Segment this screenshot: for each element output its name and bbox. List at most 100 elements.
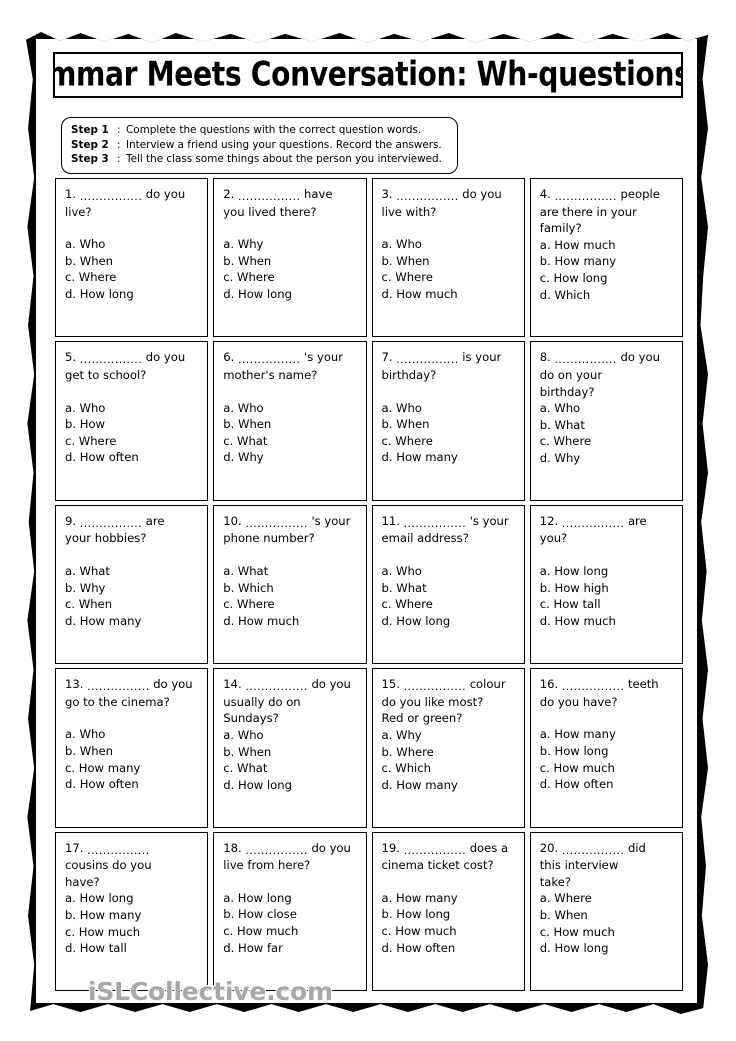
answer-blank[interactable]: ................ — [396, 190, 458, 203]
answer-option[interactable]: b. How long — [540, 743, 682, 760]
answer-option[interactable]: d. How often — [65, 776, 207, 793]
question-cell[interactable]: 15. ................ colour do you like m… — [371, 668, 525, 828]
answer-option[interactable]: a. Who — [65, 726, 207, 743]
answer-option[interactable]: d. How much — [223, 613, 365, 630]
answer-option[interactable]: b. When — [223, 744, 365, 761]
question-cell[interactable]: 13. ................ do you go to the cin… — [55, 668, 209, 828]
answer-option[interactable]: c. How much — [65, 924, 207, 941]
answer-blank[interactable]: ................ — [555, 190, 617, 203]
question-cell[interactable]: 5. ................ do you get to school?… — [55, 341, 209, 501]
answer-blank[interactable]: ................ — [555, 353, 617, 366]
answer-option[interactable]: a. How many — [540, 726, 682, 743]
answer-option[interactable]: c. Where — [223, 596, 365, 613]
question-cell[interactable]: 10. ................ 's your phone number… — [213, 504, 367, 665]
answer-option[interactable]: b. When — [223, 416, 365, 433]
answer-option[interactable]: b. Why — [65, 580, 207, 597]
answer-option[interactable]: d. How long — [223, 286, 365, 303]
answer-option[interactable]: d. Which — [540, 287, 682, 304]
question-cell[interactable]: 1. ................ do you live? a. Who b. … — [55, 178, 209, 338]
answer-option[interactable]: c. How long — [540, 270, 682, 287]
answer-option[interactable]: b. How many — [540, 253, 682, 270]
answer-option[interactable]: a. How long — [65, 890, 207, 907]
answer-option[interactable]: d. How many — [382, 449, 524, 466]
question-cell[interactable]: 3. ................ do you live with? a. W… — [371, 178, 525, 338]
answer-option[interactable]: d. How much — [382, 286, 524, 303]
answer-blank[interactable]: ................ — [396, 353, 458, 366]
answer-option[interactable]: b. How close — [223, 906, 365, 923]
answer-option[interactable]: a. Who — [382, 236, 524, 253]
answer-option[interactable]: a. Who — [382, 400, 524, 417]
answer-option[interactable]: a. How long — [223, 890, 365, 907]
answer-blank[interactable]: ................ — [404, 844, 466, 857]
answer-blank[interactable]: ................ — [238, 190, 300, 203]
question-cell[interactable]: 16. ................ teeth do you have? a.… — [529, 668, 683, 828]
answer-blank[interactable]: ................ — [80, 517, 142, 530]
answer-option[interactable]: b. What — [382, 580, 524, 597]
answer-option[interactable]: d. How many — [382, 777, 524, 794]
answer-blank[interactable]: ................ — [87, 844, 149, 857]
question-cell[interactable]: 17. ................ cousins do you have?… — [55, 831, 209, 991]
answer-blank[interactable]: ................ — [404, 517, 466, 530]
answer-option[interactable]: b. Where — [382, 744, 524, 761]
answer-option[interactable]: c. Where — [382, 433, 524, 450]
answer-option[interactable]: a. Why — [223, 236, 365, 253]
question-cell[interactable]: 7. ................ is your birthday? a. W… — [371, 341, 525, 501]
answer-option[interactable]: a. Who — [65, 236, 207, 253]
question-cell[interactable]: 11. ................ 's your email addres… — [371, 504, 525, 665]
question-cell[interactable]: 12. ................ are you? a. How long b… — [529, 504, 683, 665]
answer-option[interactable]: c. Where — [382, 596, 524, 613]
answer-blank[interactable]: ................ — [404, 680, 466, 693]
answer-option[interactable]: c. Where — [65, 433, 207, 450]
answer-option[interactable]: d. How many — [65, 613, 207, 630]
answer-blank[interactable]: ................ — [80, 353, 142, 366]
answer-option[interactable]: c. How tall — [540, 596, 682, 613]
answer-blank[interactable]: ................ — [562, 844, 624, 857]
answer-option[interactable]: c. How much — [382, 923, 524, 940]
answer-option[interactable]: c. Where — [382, 269, 524, 286]
answer-blank[interactable]: ................ — [562, 680, 624, 693]
answer-option[interactable]: b. When — [65, 743, 207, 760]
answer-option[interactable]: b. How many — [65, 907, 207, 924]
answer-option[interactable]: c. How many — [65, 760, 207, 777]
answer-option[interactable]: a. Who — [382, 563, 524, 580]
answer-option[interactable]: d. Why — [223, 449, 365, 466]
answer-option[interactable]: b. Which — [223, 580, 365, 597]
answer-blank[interactable]: ................ — [245, 844, 307, 857]
answer-option[interactable]: a. Who — [223, 400, 365, 417]
answer-option[interactable]: b. When — [65, 253, 207, 270]
answer-option[interactable]: d. How long — [65, 286, 207, 303]
question-cell[interactable]: 8. ................ do you do on your birt… — [529, 341, 683, 501]
answer-option[interactable]: b. How long — [382, 906, 524, 923]
answer-option[interactable]: d. Why — [540, 450, 682, 467]
answer-option[interactable]: c. When — [65, 596, 207, 613]
answer-blank[interactable]: ................ — [245, 680, 307, 693]
answer-option[interactable]: d. How long — [540, 940, 682, 957]
answer-option[interactable]: b. What — [540, 417, 682, 434]
answer-option[interactable]: b. How high — [540, 580, 682, 597]
answer-blank[interactable]: ................ — [87, 680, 149, 693]
answer-option[interactable]: d. How often — [382, 940, 524, 957]
answer-option[interactable]: a. Who — [540, 400, 682, 417]
answer-option[interactable]: d. How long — [223, 777, 365, 794]
answer-option[interactable]: a. How much — [540, 237, 682, 254]
answer-option[interactable]: c. How much — [223, 923, 365, 940]
answer-blank[interactable]: ................ — [80, 190, 142, 203]
answer-option[interactable]: b. When — [382, 416, 524, 433]
answer-option[interactable]: b. When — [223, 253, 365, 270]
question-cell[interactable]: 4. ................ people are there in y… — [529, 178, 683, 338]
question-cell[interactable]: 14. ................ do you usually do on… — [213, 668, 367, 828]
answer-option[interactable]: b. When — [382, 253, 524, 270]
answer-option[interactable]: d. How often — [540, 776, 682, 793]
answer-blank[interactable]: ................ — [245, 517, 307, 530]
answer-option[interactable]: a. What — [223, 563, 365, 580]
question-cell[interactable]: 6. ................ 's your mother's name… — [213, 341, 367, 501]
answer-option[interactable]: a. How long — [540, 563, 682, 580]
question-cell[interactable]: 18. ................ do you live from her… — [213, 831, 367, 991]
answer-option[interactable]: a. Where — [540, 890, 682, 907]
question-cell[interactable]: 2. ................ have you lived there?… — [213, 178, 367, 338]
answer-option[interactable]: b. When — [540, 907, 682, 924]
question-cell[interactable]: 19. ................ does a cinema ticket… — [371, 831, 525, 991]
answer-option[interactable]: a. Who — [223, 727, 365, 744]
answer-blank[interactable]: ................ — [562, 517, 624, 530]
answer-option[interactable]: a. Why — [382, 727, 524, 744]
